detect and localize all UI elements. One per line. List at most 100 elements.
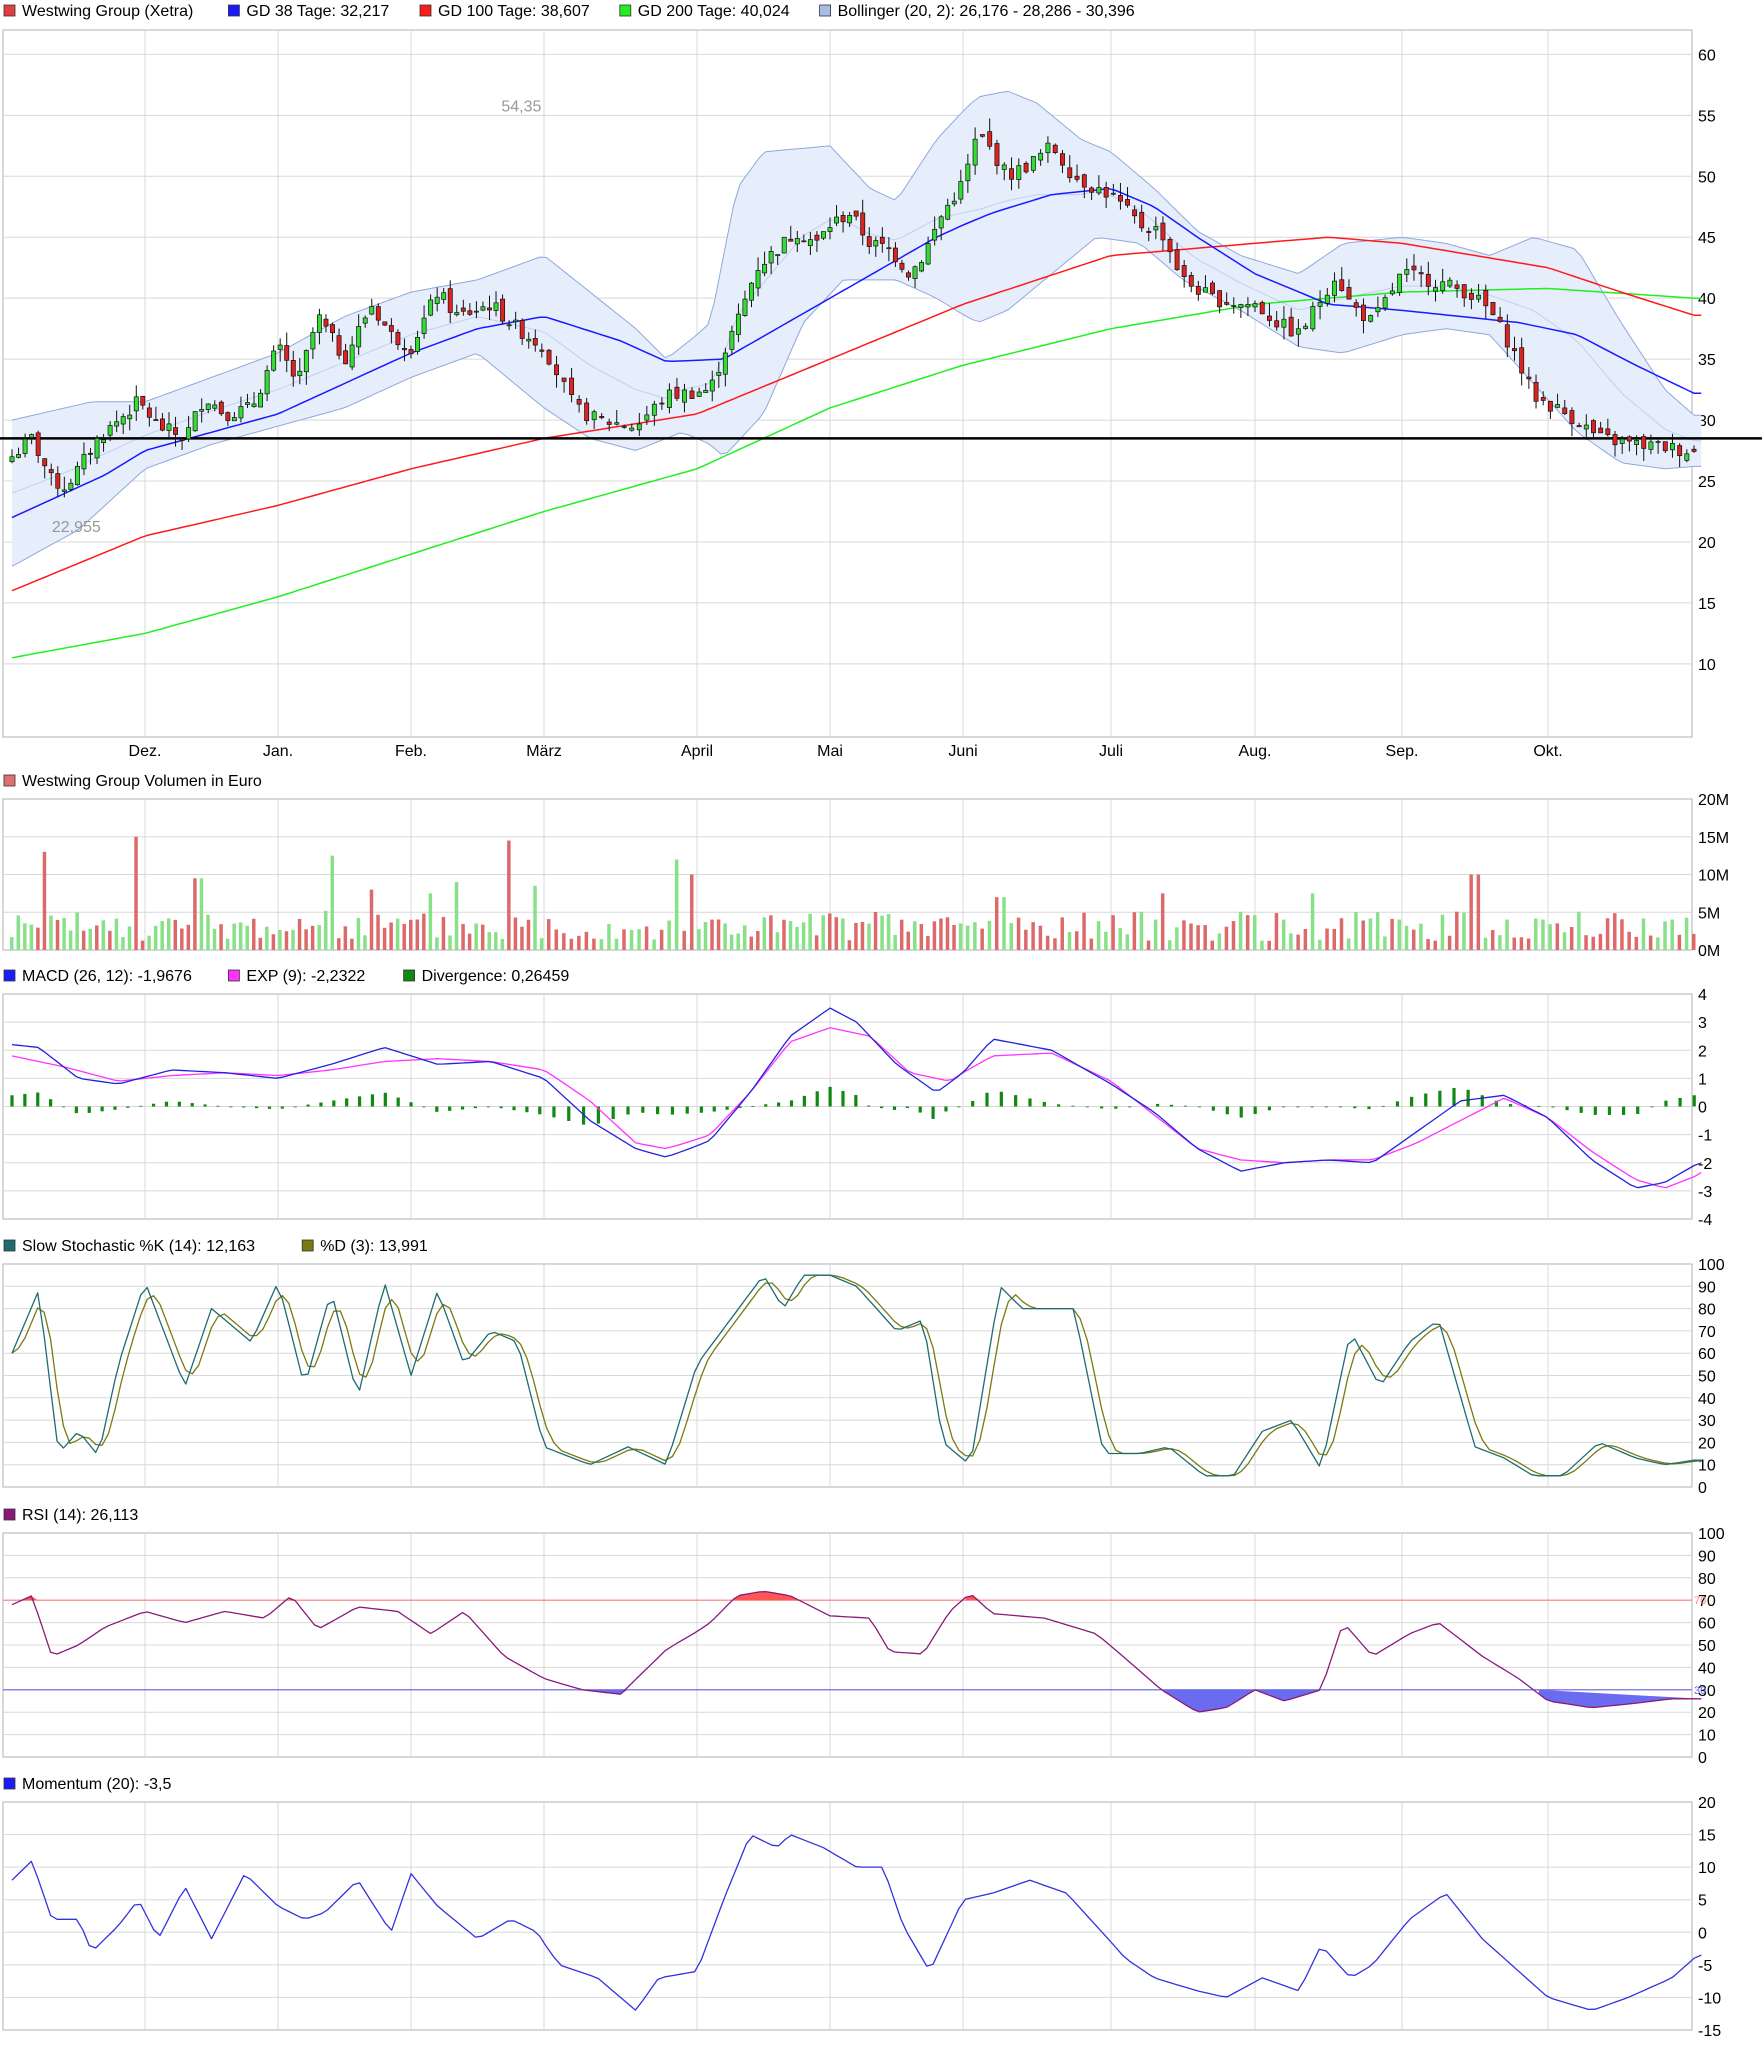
candle-body	[231, 417, 237, 422]
y-tick-label: 0	[1698, 1480, 1707, 1497]
divergence-bar	[944, 1106, 948, 1112]
candle-body	[277, 344, 283, 350]
candle-body	[682, 389, 687, 403]
volume-bar	[395, 918, 400, 950]
candle-body	[415, 337, 420, 352]
stochastic-panel: 0102030405060708090100	[2, 1257, 1725, 1497]
volume-bar	[480, 924, 485, 950]
divergence-bar	[957, 1106, 961, 1108]
candle-body	[1504, 324, 1510, 348]
y-tick-label: 15	[1698, 1828, 1716, 1845]
x-month-label: Dez.	[129, 743, 162, 760]
divergence-bar	[1267, 1106, 1272, 1111]
legend-label: Slow Stochastic %K (14): 12,163	[22, 1238, 255, 1255]
volume-bar	[1397, 919, 1402, 950]
legend-swatch	[3, 969, 16, 982]
y-tick-label: 60	[1698, 47, 1716, 64]
volume-bar	[899, 919, 904, 950]
volume-bar	[1555, 923, 1560, 950]
y-tick-label: 15M	[1698, 830, 1729, 847]
volume-bar	[252, 918, 256, 950]
divergence-bar	[815, 1091, 819, 1107]
volume-bar	[212, 928, 217, 950]
candle-body	[114, 421, 120, 427]
volume-bar	[1253, 915, 1257, 950]
divergence-bar	[1197, 1106, 1202, 1108]
candle	[382, 321, 388, 326]
volume-bar	[913, 921, 917, 950]
divergence-bar	[409, 1102, 413, 1107]
candle-body	[1030, 156, 1036, 171]
candle-body	[1295, 328, 1301, 335]
legend-label: GD 38 Tage: 32,217	[246, 3, 389, 20]
volume-bar	[376, 914, 380, 950]
candle-body	[447, 288, 453, 313]
candle-body	[1188, 275, 1194, 287]
candle-body	[561, 377, 567, 382]
candle-body	[709, 379, 715, 392]
candle-body	[853, 210, 859, 217]
volume-bar	[1663, 921, 1667, 950]
y-tick-label: 2	[1698, 1043, 1707, 1060]
volume-bar	[526, 919, 531, 950]
candle-body	[716, 371, 722, 376]
volume-bar	[1160, 893, 1165, 950]
candle-body	[29, 434, 35, 438]
volume-panel: 0M 5M 10M 15M 20M	[2, 792, 1729, 960]
legend-swatch	[227, 969, 240, 982]
volume-bar	[147, 935, 151, 950]
candle-body	[513, 319, 519, 323]
y-tick-label: 80	[1698, 1302, 1716, 1319]
candle-body	[441, 292, 447, 300]
divergence-bar	[1480, 1095, 1484, 1107]
candle-body	[218, 401, 224, 415]
volume-bar	[886, 914, 891, 950]
volume-bar	[1009, 923, 1014, 950]
divergence-bar	[460, 1106, 465, 1110]
legend-item: GD 200 Tage: 40,024	[619, 3, 790, 20]
volume-bar	[1656, 937, 1660, 950]
volume-bar	[1310, 893, 1315, 950]
candle-body	[133, 396, 139, 412]
candle-body	[932, 228, 938, 241]
candle-body	[205, 403, 211, 410]
candle-body	[1389, 290, 1395, 295]
volume-bar	[1016, 917, 1021, 950]
volume-bar	[1182, 920, 1186, 950]
rsi-panel: 01020304050607080901007030	[2, 1526, 1725, 1767]
volume-bar	[1447, 935, 1452, 950]
volume-bar	[1548, 924, 1552, 950]
candle-body	[925, 243, 931, 265]
divergence-bar	[1579, 1106, 1583, 1113]
candle-body	[1461, 284, 1467, 299]
volume-bar	[206, 914, 210, 950]
divergence-bar	[1338, 1106, 1343, 1108]
volume-bar	[1024, 929, 1028, 950]
divergence-bar	[802, 1095, 806, 1107]
candle-body	[735, 313, 741, 335]
candle-body	[722, 352, 728, 375]
candle-body	[729, 330, 735, 350]
candle-body	[1591, 420, 1596, 434]
candle-body	[1303, 325, 1309, 329]
volume-bar	[1462, 912, 1466, 950]
candle	[218, 400, 224, 416]
candle-body	[480, 306, 486, 311]
divergence-bar	[229, 1106, 233, 1108]
volume-bar	[945, 917, 950, 950]
divergence-bar	[1071, 1105, 1075, 1107]
momentum-panel-frame	[2, 1801, 1693, 2031]
candle-body	[192, 411, 198, 432]
volume-bar	[562, 933, 566, 950]
candle-body	[9, 456, 15, 463]
y-tick-label: 0M	[1698, 943, 1720, 960]
volume-bar	[847, 940, 852, 950]
volume-bar	[1584, 935, 1588, 950]
y-tick-label: 20	[1698, 1795, 1716, 1812]
x-month-label: Feb.	[395, 743, 427, 760]
divergence-bar	[1156, 1103, 1160, 1107]
volume-bar	[1031, 922, 1035, 950]
y-tick-label: -5	[1698, 1958, 1712, 1975]
y-tick-label: 90	[1698, 1548, 1716, 1565]
candle-body	[369, 306, 375, 315]
